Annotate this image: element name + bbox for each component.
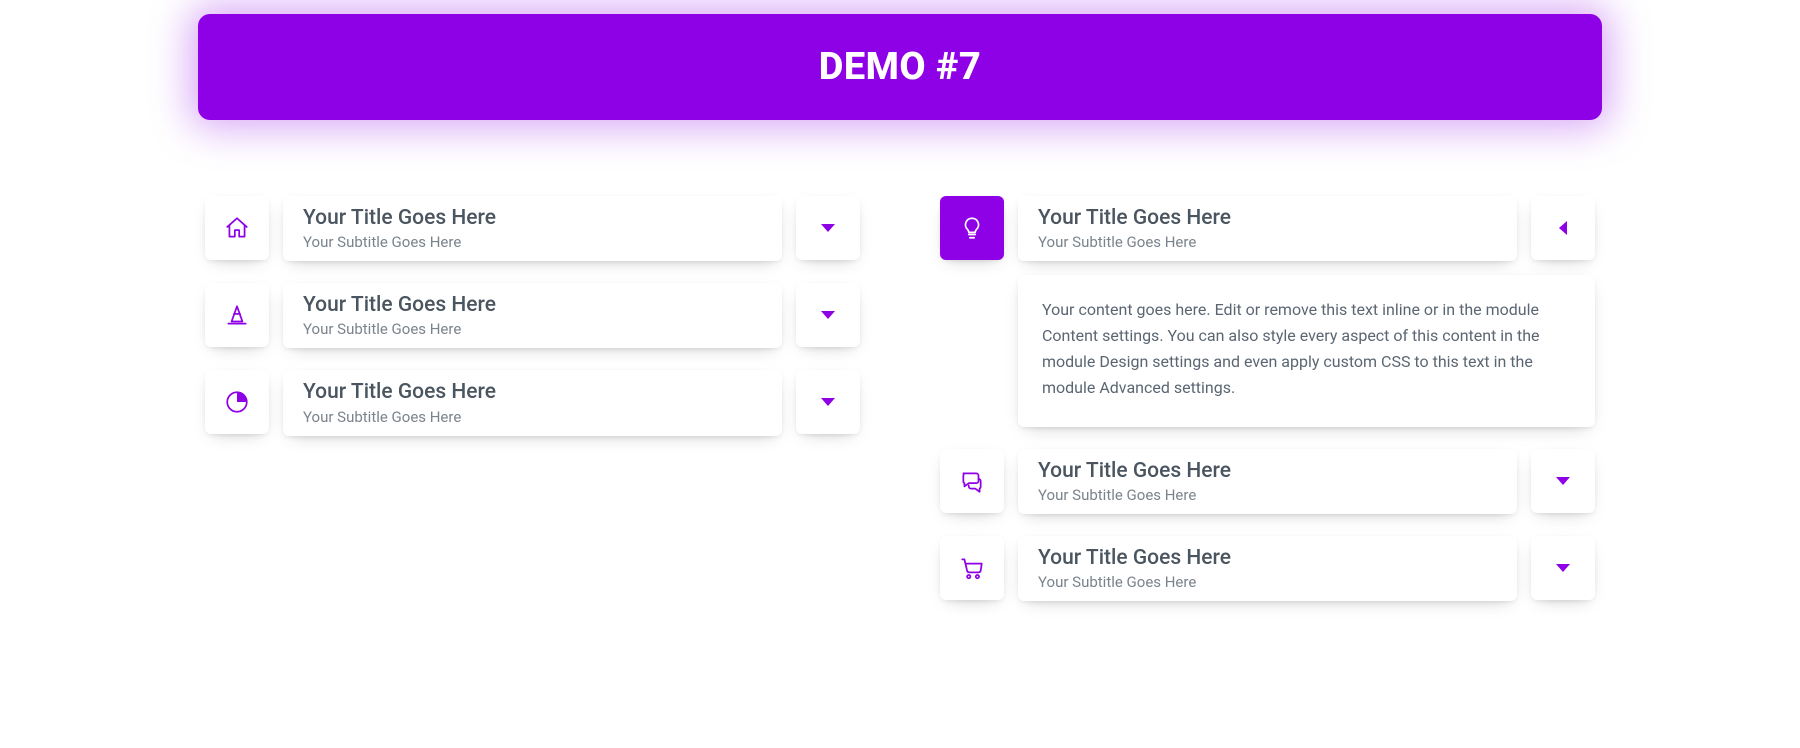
accordion-title: Your Title Goes Here: [1038, 546, 1497, 571]
accordion-toggle[interactable]: [796, 196, 860, 260]
accordion-toggle[interactable]: [796, 283, 860, 347]
accordion-item: Your Title Goes Here Your Subtitle Goes …: [940, 449, 1595, 514]
caret-down-icon: [1556, 477, 1570, 485]
accordion-header[interactable]: Your Title Goes Here Your Subtitle Goes …: [940, 449, 1595, 514]
left-column: Your Title Goes Here Your Subtitle Goes …: [205, 196, 860, 601]
accordion-body: Your content goes here. Edit or remove t…: [1018, 275, 1595, 427]
accordion-header[interactable]: Your Title Goes Here Your Subtitle Goes …: [205, 283, 860, 348]
page: DEMO #7 Your Title Goes Here Your Subtit…: [0, 0, 1800, 748]
accordion-title: Your Title Goes Here: [303, 293, 762, 318]
accordion-item: Your Title Goes Here Your Subtitle Goes …: [940, 196, 1595, 427]
accordion-subtitle: Your Subtitle Goes Here: [1038, 573, 1497, 591]
accordion-title: Your Title Goes Here: [1038, 206, 1497, 231]
caret-down-icon: [821, 398, 835, 406]
accordion-body-spacer: [940, 275, 1004, 427]
cart-icon: [940, 536, 1004, 600]
accordion-toggle[interactable]: [1531, 536, 1595, 600]
accordion-title-box: Your Title Goes Here Your Subtitle Goes …: [283, 370, 782, 435]
cone-icon: [205, 283, 269, 347]
accordion-body-wrap: Your content goes here. Edit or remove t…: [940, 275, 1595, 427]
right-column: Your Title Goes Here Your Subtitle Goes …: [940, 196, 1595, 601]
caret-left-icon: [1559, 221, 1567, 235]
accordion-subtitle: Your Subtitle Goes Here: [1038, 486, 1497, 504]
accordion-subtitle: Your Subtitle Goes Here: [303, 320, 762, 338]
accordion-title-box: Your Title Goes Here Your Subtitle Goes …: [1018, 449, 1517, 514]
pie-chart-icon: [205, 370, 269, 434]
lightbulb-icon: [940, 196, 1004, 260]
accordion-subtitle: Your Subtitle Goes Here: [303, 233, 762, 251]
accordion-header[interactable]: Your Title Goes Here Your Subtitle Goes …: [940, 196, 1595, 261]
accordion-toggle[interactable]: [796, 370, 860, 434]
accordion-title-box: Your Title Goes Here Your Subtitle Goes …: [1018, 196, 1517, 261]
accordion-item: Your Title Goes Here Your Subtitle Goes …: [205, 283, 860, 348]
accordion-title-box: Your Title Goes Here Your Subtitle Goes …: [283, 283, 782, 348]
accordion-item: Your Title Goes Here Your Subtitle Goes …: [205, 196, 860, 261]
demo-banner: DEMO #7: [198, 14, 1602, 120]
accordion-header[interactable]: Your Title Goes Here Your Subtitle Goes …: [940, 536, 1595, 601]
accordion-item: Your Title Goes Here Your Subtitle Goes …: [205, 370, 860, 435]
accordion-toggle[interactable]: [1531, 196, 1595, 260]
comments-icon: [940, 449, 1004, 513]
accordion-toggle[interactable]: [1531, 449, 1595, 513]
accordion-subtitle: Your Subtitle Goes Here: [1038, 233, 1497, 251]
home-icon: [205, 196, 269, 260]
accordion-title-box: Your Title Goes Here Your Subtitle Goes …: [1018, 536, 1517, 601]
accordion-title: Your Title Goes Here: [303, 380, 762, 405]
accordion-title-box: Your Title Goes Here Your Subtitle Goes …: [283, 196, 782, 261]
caret-down-icon: [821, 224, 835, 232]
accordion-columns: Your Title Goes Here Your Subtitle Goes …: [205, 196, 1595, 601]
caret-down-icon: [821, 311, 835, 319]
accordion-title: Your Title Goes Here: [1038, 459, 1497, 484]
caret-down-icon: [1556, 564, 1570, 572]
accordion-header[interactable]: Your Title Goes Here Your Subtitle Goes …: [205, 370, 860, 435]
accordion-header[interactable]: Your Title Goes Here Your Subtitle Goes …: [205, 196, 860, 261]
accordion-item: Your Title Goes Here Your Subtitle Goes …: [940, 536, 1595, 601]
banner-title: DEMO #7: [819, 45, 982, 89]
accordion-title: Your Title Goes Here: [303, 206, 762, 231]
accordion-subtitle: Your Subtitle Goes Here: [303, 408, 762, 426]
